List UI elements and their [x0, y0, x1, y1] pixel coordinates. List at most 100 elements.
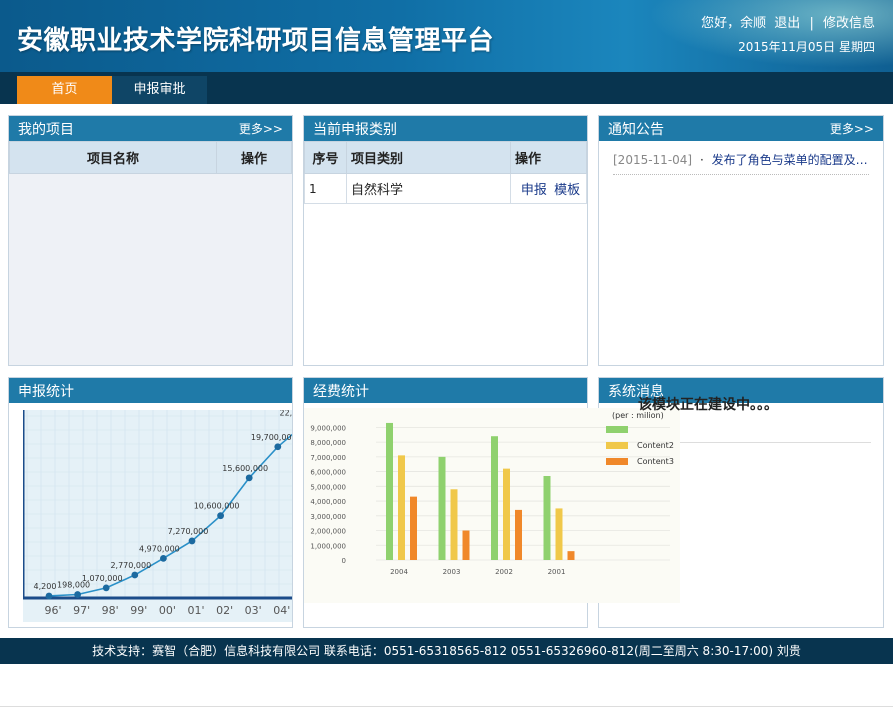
user-bar: 您好，余顺 退出 | 修改信息 [701, 12, 875, 31]
page-title: 安徽职业技术学院科研项目信息管理平台 [17, 26, 495, 56]
legend-swatch [606, 442, 628, 449]
bar [398, 455, 405, 560]
data-label: 4,200 [34, 582, 57, 591]
x-tick-label: 00' [159, 604, 176, 617]
list-item[interactable]: [2015-11-04] · 发布了角色与菜单的配置及… [613, 151, 869, 175]
my-projects-panel: 我的项目 更多>> 项目名称 操作 [8, 115, 293, 366]
system-message-text: 该模块正在建设中。。。 [638, 397, 778, 413]
data-label: 19,700,000 [251, 433, 293, 442]
notices-panel: 通知公告 更多>> [2015-11-04] · 发布了角色与菜单的配置及… [598, 115, 884, 366]
bar [567, 551, 575, 560]
bar-chart: 0 1,000,000 2,000,000 3,000,000 4,000,000 5,0… [304, 408, 680, 603]
more-link[interactable]: 更多>> [830, 120, 874, 137]
column-header-action: 操作 [216, 141, 292, 174]
header-glow [633, 0, 893, 72]
panel-title: 当前申报类别 [313, 122, 397, 138]
data-point [274, 443, 282, 451]
user-greeting: 您好，余顺 [701, 16, 767, 31]
footer: 技术支持：赛智（合肥）信息科技有限公司 联系电话：0551-65318565-8… [0, 638, 893, 664]
column-header-index: 序号 [304, 141, 347, 174]
data-point [74, 591, 81, 598]
categories-table: 序号 项目类别 操作 1 自然科学 申报 模板 [304, 141, 587, 204]
panel-title: 我的项目 [18, 122, 74, 138]
apply-stats-panel: 申报统计 4,200 198,000 1,070,000 2,770,000 4,970… [8, 377, 293, 628]
bar [386, 422, 393, 560]
notice-title[interactable]: 发布了角色与菜单的配置及… [712, 153, 868, 167]
logout-link[interactable]: 退出 [774, 16, 800, 31]
x-tick-label: 2002 [495, 568, 513, 576]
my-projects-table: 项目名称 操作 [9, 141, 292, 174]
legend-swatch [606, 458, 628, 465]
bar [515, 509, 522, 560]
x-tick-label: 2003 [443, 568, 461, 576]
y-tick-label: 2,000,000 [310, 528, 346, 536]
x-tick-label: 99' [130, 604, 147, 617]
more-link[interactable]: 更多>> [239, 120, 283, 137]
row-index: 1 [304, 173, 347, 204]
funding-stats-panel: 经费统计 0 1,000,000 2,000,000 3,000,000 4,000,0… [303, 377, 680, 628]
template-link[interactable]: 模板 [554, 183, 580, 198]
y-tick-label: 3,000,000 [310, 513, 346, 521]
panel-title: 申报统计 [18, 384, 74, 400]
data-point [131, 571, 139, 579]
x-tick-label: 04' [273, 604, 290, 617]
panel-header: 我的项目 更多>> [9, 116, 292, 141]
y-tick-label: 5,000,000 [310, 483, 346, 491]
notice-date: [2015-11-04] [613, 153, 693, 167]
data-label: 22,900,000 [279, 410, 293, 418]
table-header-row: 序号 项目类别 操作 [304, 141, 587, 174]
notice-bullet: · [699, 153, 704, 167]
bar [462, 530, 470, 560]
notice-list: [2015-11-04] · 发布了角色与菜单的配置及… [599, 141, 883, 185]
edit-info-link[interactable]: 修改信息 [823, 16, 875, 31]
data-label: 7,270,000 [168, 527, 209, 536]
y-tick-label: 4,000,000 [310, 498, 346, 506]
column-header-project-name: 项目名称 [9, 141, 217, 174]
legend-swatch [606, 426, 628, 433]
bottom-divider [0, 706, 893, 707]
current-date: 2015年11月05日 星期四 [738, 40, 875, 54]
current-categories-panel: 当前申报类别 序号 项目类别 操作 1 自然科学 申报 模板 [303, 115, 588, 366]
bar [450, 489, 458, 560]
column-header-action: 操作 [510, 141, 587, 174]
bar [543, 476, 551, 560]
y-tick-label: 9,000,000 [310, 424, 346, 432]
header-banner: 安徽职业技术学院科研项目信息管理平台 您好，余顺 退出 | 修改信息 2015年… [0, 0, 893, 72]
panel-header: 当前申报类别 [304, 116, 587, 141]
line-chart: 4,200 198,0001,070,0002,770,0004,970,0007… [23, 410, 293, 622]
x-tick-label: 2004 [390, 568, 408, 576]
data-point [102, 584, 110, 592]
table-row: 1 自然科学 申报 模板 [304, 173, 587, 204]
panel-header: 通知公告 更多>> [599, 116, 883, 141]
data-label: 10,600,000 [194, 502, 240, 511]
x-tick-label: 01' [187, 604, 204, 617]
bar [555, 508, 563, 560]
main-nav: 首页 申报审批 [0, 72, 893, 104]
divider: | [809, 16, 814, 31]
panel-title: 通知公告 [608, 122, 664, 138]
data-label: 4,970,000 [139, 544, 180, 553]
apply-link[interactable]: 申报 [521, 183, 547, 198]
tab-home[interactable]: 首页 [17, 76, 112, 104]
y-tick-label: 6,000,000 [310, 469, 346, 477]
legend-label: Content3 [637, 457, 674, 466]
x-tick-label: 03' [245, 604, 262, 617]
tab-approval[interactable]: 申报审批 [112, 76, 207, 104]
row-category: 自然科学 [346, 173, 511, 204]
x-tick-label: 2001 [548, 568, 566, 576]
panel-header: 申报统计 [9, 378, 292, 403]
x-tick-label: 02' [216, 604, 233, 617]
data-label: 2,770,000 [110, 561, 151, 570]
data-point [245, 474, 253, 482]
x-tick-label: 97' [73, 604, 90, 617]
data-point [217, 512, 225, 520]
bar [410, 496, 417, 560]
table-header-row: 项目名称 操作 [9, 141, 292, 174]
y-tick-label: 8,000,000 [310, 439, 346, 447]
data-point [45, 592, 53, 600]
panel-title: 经费统计 [313, 384, 369, 400]
row-actions: 申报 模板 [510, 173, 587, 204]
chart-background [23, 410, 292, 622]
panel-header: 经费统计 [304, 378, 587, 403]
y-tick-label: 7,000,000 [310, 454, 346, 462]
